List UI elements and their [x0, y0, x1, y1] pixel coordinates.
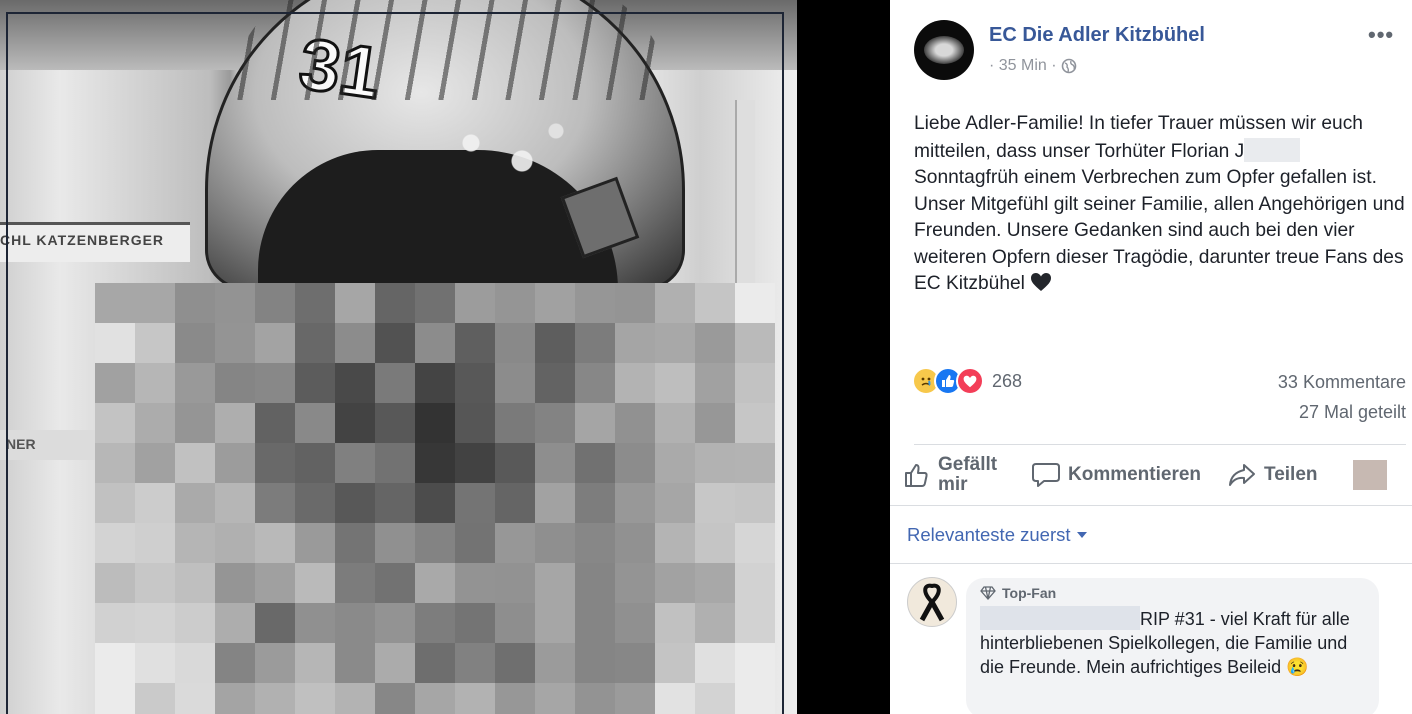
- mourning-ribbon-icon: [919, 583, 945, 622]
- reactions-summary[interactable]: 268: [912, 367, 1022, 395]
- thumbs-up-icon: [905, 464, 928, 487]
- commenter-avatar[interactable]: [907, 577, 957, 627]
- redacted-commenter-name[interactable]: [980, 606, 1140, 630]
- globe-icon: [1061, 58, 1076, 74]
- viewer-gap: [797, 0, 890, 714]
- share-label: Teilen: [1264, 464, 1318, 485]
- crying-emoji: 😢: [1286, 657, 1309, 677]
- black-heart-icon: [1031, 273, 1052, 291]
- more-options-icon[interactable]: •••: [1368, 22, 1394, 48]
- top-fan-label: Top-Fan: [1002, 585, 1057, 601]
- comment-bubble: Top-Fan RIP #31 - viel Kraft für alle hi…: [966, 578, 1379, 714]
- share-icon: [1229, 464, 1255, 486]
- share-as-avatar[interactable]: [1353, 460, 1387, 490]
- post-text-part2: Sonntagfrüh einem Verbrechen zum Opfer g…: [914, 167, 1405, 294]
- post-meta: · 35 Min ·: [989, 57, 1077, 75]
- page-name-link[interactable]: EC Die Adler Kitzbühel: [989, 24, 1205, 47]
- post-photo[interactable]: CHL KATZENBERGER NER 31: [0, 0, 797, 714]
- love-reaction-icon: [956, 367, 984, 395]
- divider: [890, 563, 1412, 564]
- diamond-icon: [980, 586, 996, 600]
- top-fan-badge: Top-Fan: [980, 585, 1365, 601]
- redacted-surname: [1244, 137, 1301, 162]
- share-button[interactable]: Teilen: [1228, 449, 1318, 501]
- shares-count-link[interactable]: 27 Mal geteilt: [1299, 402, 1406, 423]
- like-label: Gefällt mir: [938, 454, 998, 495]
- comment-text: RIP #31 - viel Kraft für alle hinterblie…: [980, 606, 1365, 679]
- divider: [890, 505, 1412, 506]
- post-actions: Gefällt mir Kommentieren Teilen: [904, 449, 1412, 501]
- divider: [914, 444, 1406, 445]
- reaction-count: 268: [992, 370, 1023, 391]
- page-avatar[interactable]: [914, 20, 974, 80]
- post-panel: EC Die Adler Kitzbühel · 35 Min · ••• Li…: [890, 0, 1412, 714]
- comment-sort-dropdown[interactable]: Relevanteste zuerst: [907, 524, 1087, 546]
- eagle-logo-icon: [924, 36, 964, 64]
- comment-icon: [1032, 463, 1060, 487]
- sort-label: Relevanteste zuerst: [907, 524, 1071, 545]
- caret-down-icon: [1076, 532, 1087, 538]
- comments-count-link[interactable]: 33 Kommentare: [1278, 372, 1406, 393]
- like-button[interactable]: Gefällt mir: [904, 449, 1010, 501]
- comment-label: Kommentieren: [1068, 464, 1202, 485]
- post-text: Liebe Adler-Familie! In tiefer Trauer mü…: [914, 111, 1410, 298]
- comment-button[interactable]: Kommentieren: [1032, 449, 1201, 501]
- post-time[interactable]: · 35 Min ·: [989, 57, 1057, 75]
- photo-frame: [6, 12, 784, 714]
